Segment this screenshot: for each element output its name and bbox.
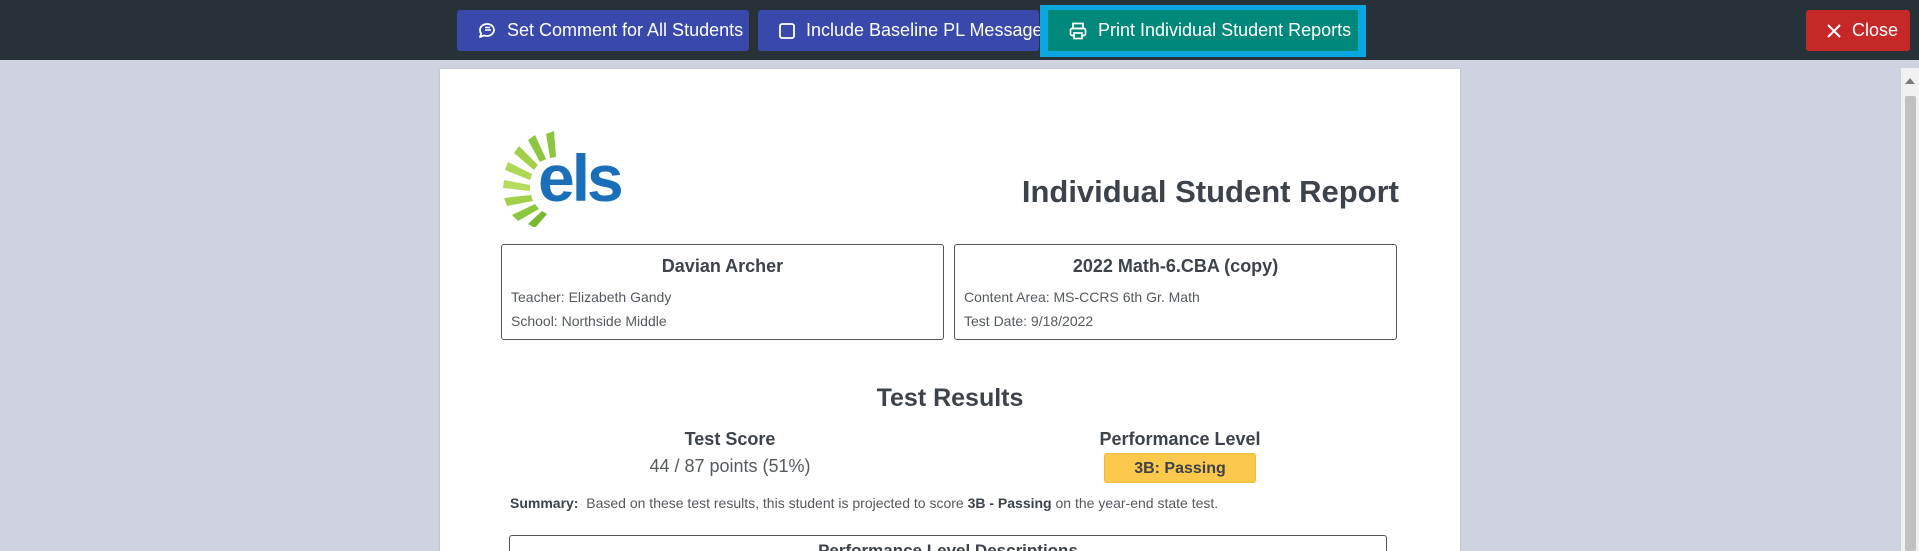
report-title: Individual Student Report — [1021, 174, 1399, 209]
top-toolbar: Set Comment for All Students Include Bas… — [0, 0, 1919, 60]
content-area-line: Content Area: MS-CCRS 6th Gr. Math — [964, 289, 1200, 305]
comment-icon — [479, 22, 495, 38]
pld-heading: Performance Level Descriptions — [818, 541, 1078, 551]
print-reports-label: Print Individual Student Reports — [1098, 20, 1352, 40]
test-score-block: Test Score 44 / 87 points (51%) — [570, 429, 890, 477]
summary-suffix: on the year-end state test. — [1055, 495, 1219, 511]
close-icon — [1827, 23, 1841, 38]
performance-level-badge: 3B: Passing — [1104, 453, 1256, 483]
student-name: Davian Archer — [661, 256, 784, 276]
set-comment-label: Set Comment for All Students — [507, 20, 744, 40]
test-name: 2022 Math-6.CBA (copy) — [1072, 256, 1279, 276]
checkbox-icon — [779, 22, 795, 39]
report-preview-area: els Individual Student Report Davian Arc… — [0, 60, 1919, 551]
scroll-up-arrow-icon[interactable] — [1905, 78, 1915, 84]
close-label: Close — [1852, 20, 1899, 40]
test-info-box: 2022 Math-6.CBA (copy) Content Area: MS-… — [954, 244, 1397, 340]
logo-text: els — [538, 141, 621, 215]
performance-level-block: Performance Level 3B: Passing — [1020, 429, 1340, 483]
summary-text: Summary: Based on these test results, th… — [510, 495, 1218, 511]
summary-label: Summary: — [510, 495, 579, 511]
include-baseline-toggle[interactable]: Include Baseline PL Message — [758, 10, 1043, 51]
sunburst-icon: els — [503, 131, 624, 228]
performance-level-descriptions-box: Performance Level Descriptions — [509, 535, 1387, 551]
summary-level: 3B - Passing — [967, 495, 1052, 511]
teacher-line: Teacher: Elizabeth Gandy — [511, 289, 672, 305]
vertical-scrollbar[interactable] — [1901, 68, 1919, 551]
close-button[interactable]: Close — [1806, 10, 1910, 51]
els-logo: els — [500, 127, 645, 228]
summary-prefix: Based on these test results, this studen… — [586, 495, 964, 511]
school-line: School: Northside Middle — [511, 313, 667, 329]
report-page: els Individual Student Report Davian Arc… — [440, 69, 1460, 551]
scroll-thumb[interactable] — [1905, 96, 1916, 551]
performance-level-label: Performance Level — [1099, 429, 1261, 449]
include-baseline-label: Include Baseline PL Message — [806, 20, 1043, 40]
test-score-value: 44 / 87 points (51%) — [649, 456, 811, 476]
printer-icon — [1069, 22, 1087, 39]
test-score-label: Test Score — [684, 429, 776, 449]
set-comment-button[interactable]: Set Comment for All Students — [457, 10, 749, 51]
test-results-heading: Test Results — [876, 384, 1024, 412]
print-reports-button[interactable]: Print Individual Student Reports — [1048, 10, 1358, 51]
student-info-box: Davian Archer Teacher: Elizabeth Gandy S… — [501, 244, 944, 340]
test-date-line: Test Date: 9/18/2022 — [964, 313, 1094, 329]
